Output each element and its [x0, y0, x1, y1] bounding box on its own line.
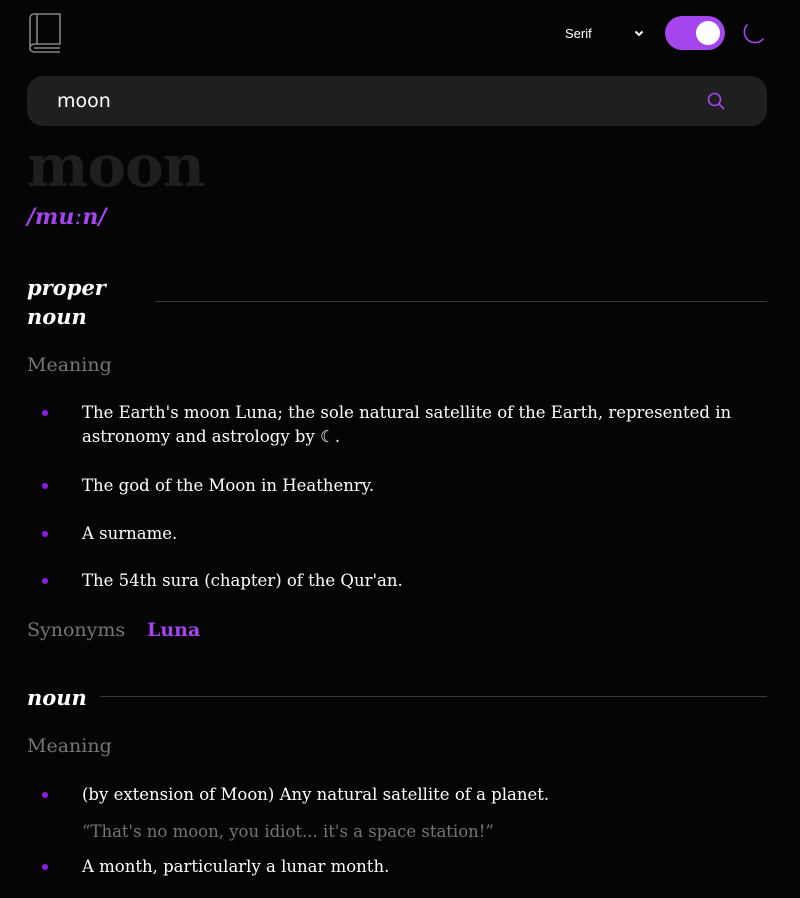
definition-item: The god of the Moon in Heathenry. — [82, 476, 375, 495]
search-input[interactable] — [57, 90, 719, 112]
font-select-value: Serif — [565, 25, 592, 41]
definition-bullet — [42, 483, 48, 489]
definition-item: (by extension of Moon) Any natural satel… — [82, 785, 550, 804]
theme-toggle-knob — [696, 21, 720, 45]
definition-bullet — [42, 531, 48, 537]
synonyms-label: Synonyms — [27, 619, 126, 641]
definition-bullet — [42, 410, 48, 416]
font-select[interactable]: Serif — [565, 20, 645, 46]
theme-toggle[interactable] — [665, 16, 725, 50]
search-bar — [27, 76, 767, 126]
meaning-label: Meaning — [27, 354, 112, 376]
definition-item: The Earth's moon Luna; the sole natural … — [82, 403, 732, 446]
definition-bullet — [42, 792, 48, 798]
definition-example: “That's no moon, you idiot... it's a spa… — [82, 822, 494, 841]
phonetic-text: /muːn/ — [27, 204, 107, 230]
search-icon[interactable] — [707, 92, 725, 110]
word-title: moon — [27, 132, 205, 200]
header: Serif — [27, 12, 767, 54]
book-icon[interactable] — [27, 12, 63, 54]
part-of-speech: proper noun — [27, 273, 106, 331]
section-divider — [100, 696, 767, 697]
moon-icon — [743, 24, 764, 44]
section-divider — [155, 301, 767, 302]
definition-item: The 54th sura (chapter) of the Qur'an. — [82, 571, 403, 590]
definition-bullet — [42, 578, 48, 584]
part-of-speech-line-1: proper — [27, 275, 106, 300]
definition-bullet — [42, 864, 48, 870]
part-of-speech-line-2: noun — [27, 304, 87, 329]
meaning-label: Meaning — [27, 735, 112, 757]
synonym-link[interactable]: Luna — [147, 619, 200, 641]
dictionary-app: Serif moon /muːn/ proper noun Meaning Th… — [0, 0, 800, 898]
chevron-down-icon — [634, 30, 644, 37]
definition-item: A surname. — [82, 524, 178, 543]
definition-item: A month, particularly a lunar month. — [82, 857, 390, 876]
part-of-speech: noun — [27, 685, 87, 710]
